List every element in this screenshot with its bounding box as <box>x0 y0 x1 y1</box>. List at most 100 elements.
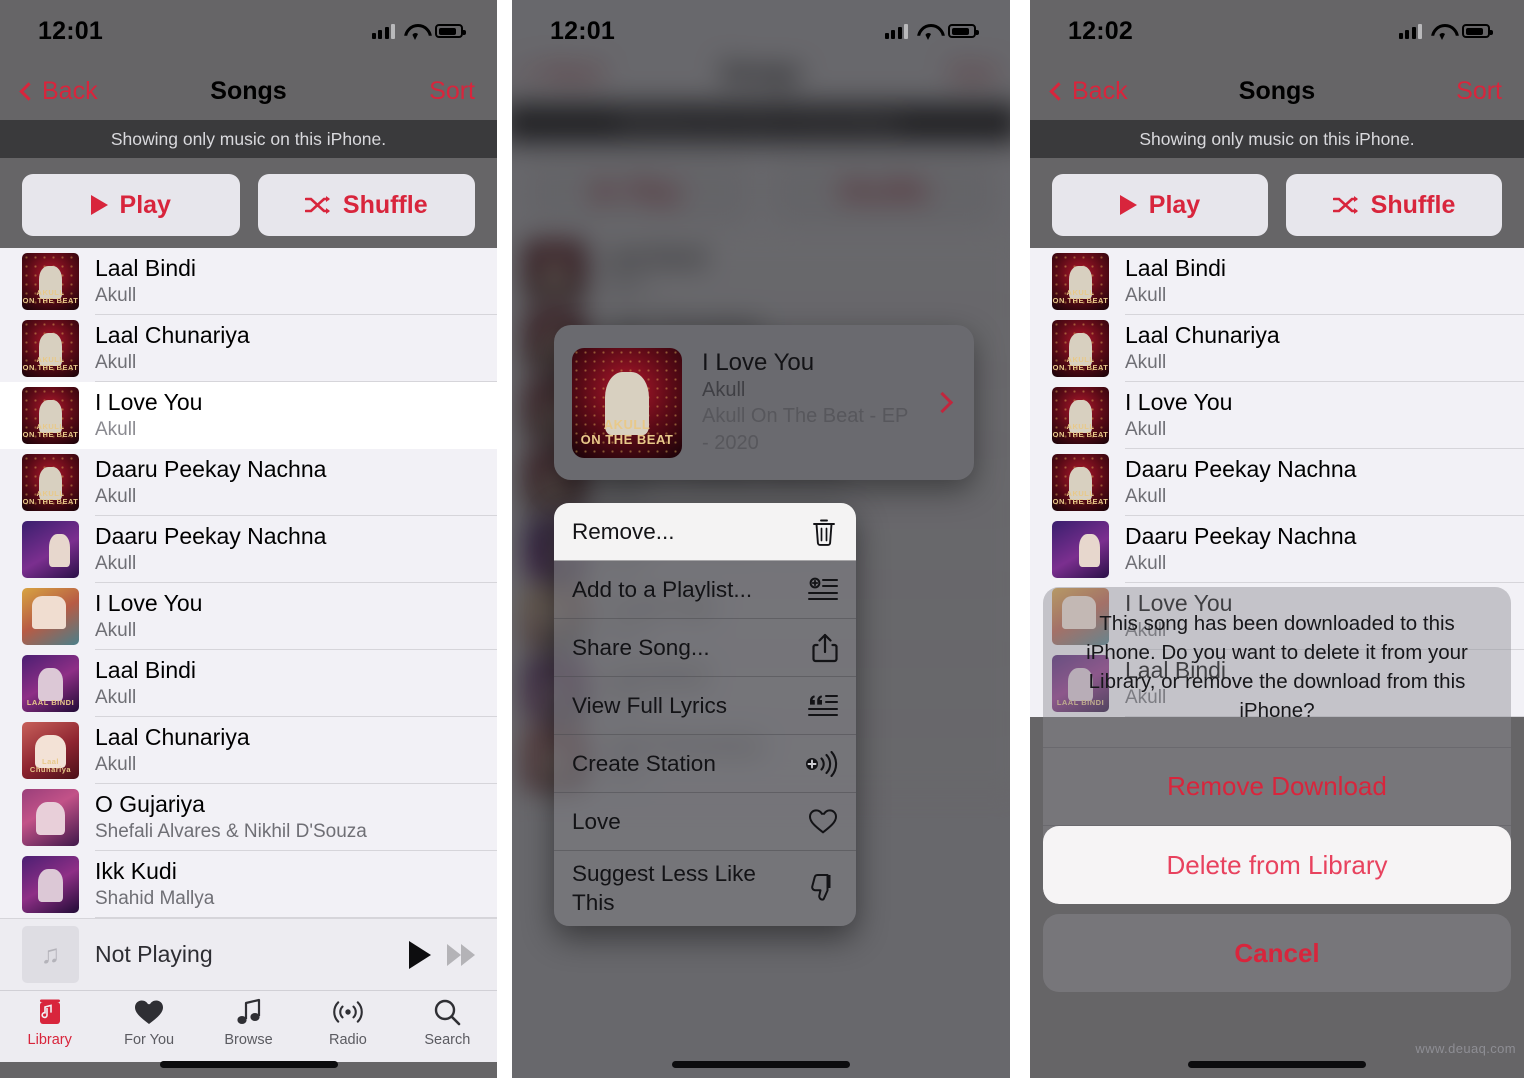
tab-for-you[interactable]: For You <box>99 997 198 1048</box>
album-artwork: AKULLON THE BEAT <box>1052 253 1109 310</box>
now-playing-bar[interactable]: ♫ Not Playing <box>0 918 497 990</box>
tab-label: Search <box>424 1032 471 1048</box>
create-station-icon <box>804 750 838 777</box>
album-artwork: AKULLON THE BEAT <box>22 320 79 377</box>
song-row[interactable]: Daaru Peekay Nachna Akull <box>1030 516 1524 583</box>
song-artist: Akull <box>1125 418 1167 440</box>
tab-search[interactable]: Search <box>398 997 497 1048</box>
song-artist: Akull <box>1125 284 1167 306</box>
remove-download-button[interactable]: Remove Download <box>1043 748 1511 826</box>
back-label-3: Back <box>1072 76 1128 105</box>
song-artist: Akull <box>95 485 137 507</box>
album-artwork: AKULLON THE BEAT <box>1052 454 1109 511</box>
context-menu-label: Remove... <box>572 518 675 544</box>
context-menu-label: Create Station <box>572 750 716 776</box>
context-menu-preview[interactable]: AKULL ON THE BEAT I Love You Akull Akull … <box>554 325 974 480</box>
library-filter-banner: Showing only music on this iPhone. <box>0 120 497 158</box>
context-menu-label: Suggest Less Like This <box>572 861 756 916</box>
now-playing-forward-icon[interactable] <box>447 943 475 966</box>
home-indicator <box>672 1061 850 1068</box>
context-menu-item[interactable]: Share Song... <box>554 619 856 677</box>
song-row[interactable]: AKULL ON THE BEAT Daaru Peekay Nachna Akull <box>1030 449 1524 516</box>
album-artwork: AKULLON THE BEAT <box>22 387 79 444</box>
delete-from-library-button[interactable]: Delete from Library <box>1043 826 1511 904</box>
cancel-button[interactable]: Cancel <box>1043 914 1511 992</box>
context-menu-label: Add to a Playlist... <box>572 576 753 602</box>
phone-panel-2: Back Songs Sort Showing only music on th… <box>512 0 1010 1078</box>
shuffle-button-3[interactable]: Shuffle <box>1286 174 1502 236</box>
song-row[interactable]: Laal Chunariya Laal Chunariya Akull <box>0 717 497 784</box>
phone-panel-3: 12:02 Back Songs Sort Showing only music… <box>1030 0 1524 1078</box>
context-menu-label: View Full Lyrics <box>572 692 728 718</box>
song-title: I Love You <box>95 589 203 616</box>
song-artist: Akull <box>95 418 137 440</box>
play-icon <box>1119 195 1137 215</box>
preview-title: I Love You <box>702 349 815 376</box>
tab-radio[interactable]: Radio <box>298 997 397 1048</box>
tab-label: Library <box>27 1032 72 1048</box>
back-button-3[interactable]: Back <box>1049 76 1128 106</box>
song-artist: Akull <box>1125 351 1167 373</box>
home-indicator <box>159 1061 338 1068</box>
song-artist: Akull <box>95 686 137 708</box>
song-row[interactable]: AKULL ON THE BEAT I Love You Akull <box>0 382 497 449</box>
chevron-left-icon <box>1049 81 1068 101</box>
share-icon <box>804 633 838 663</box>
thumbs-down-icon <box>804 873 838 903</box>
tab-browse[interactable]: Browse <box>199 997 298 1048</box>
sort-button-3[interactable]: Sort <box>1456 77 1502 106</box>
album-artwork: LAAL BINDI <box>22 655 79 712</box>
nav-bar-3: Back Songs Sort <box>1030 62 1524 120</box>
song-row[interactable]: I Love You Akull <box>0 583 497 650</box>
context-menu-item[interactable]: Add to a Playlist... <box>554 561 856 619</box>
sort-button[interactable]: Sort <box>429 77 475 106</box>
song-row[interactable]: LAAL BINDI Laal Bindi Akull <box>0 650 497 717</box>
song-title: Laal Chunariya <box>95 723 250 750</box>
song-row[interactable]: AKULL ON THE BEAT Laal Bindi Akull <box>1030 248 1524 315</box>
context-menu-item[interactable]: Create Station <box>554 735 856 793</box>
song-row[interactable]: Daaru Peekay Nachna Akull <box>0 516 497 583</box>
play-label: Play <box>119 190 171 219</box>
album-artwork <box>22 856 79 913</box>
song-row[interactable]: AKULL ON THE BEAT Laal Chunariya Akull <box>0 315 497 382</box>
song-title: Daaru Peekay Nachna <box>95 522 327 549</box>
song-row[interactable]: AKULL ON THE BEAT Laal Bindi Akull <box>0 248 497 315</box>
song-list-1: AKULL ON THE BEAT Laal Bindi Akull AKULL ON T… <box>0 248 497 918</box>
context-menu-item[interactable]: Love <box>554 793 856 851</box>
cellular-icon <box>1398 23 1422 39</box>
cellular-icon <box>884 23 908 39</box>
album-artwork: AKULLON THE BEAT <box>1052 387 1109 444</box>
song-artist: Akull <box>95 619 137 641</box>
chevron-right-icon[interactable] <box>931 391 954 414</box>
now-playing-play-icon[interactable] <box>409 940 431 969</box>
album-artwork: AKULLON THE BEAT <box>1052 320 1109 377</box>
heart-outline-icon <box>804 808 838 835</box>
status-bar: 12:01 <box>0 0 497 62</box>
playback-controls-3: Play Shuffle <box>1030 158 1524 248</box>
status-bar-2: 12:01 <box>512 0 1010 62</box>
album-artwork: Laal Chunariya <box>22 722 79 779</box>
action-sheet-group: This song has been downloaded to this iP… <box>1043 586 1511 904</box>
context-menu-item[interactable]: Suggest Less Like This <box>554 851 856 926</box>
song-row[interactable]: AKULL ON THE BEAT Laal Chunariya Akull <box>1030 315 1524 382</box>
song-row[interactable]: AKULL ON THE BEAT I Love You Akull <box>1030 382 1524 449</box>
back-button[interactable]: Back <box>19 76 98 106</box>
preview-album: Akull On The Beat - EP <box>702 405 909 427</box>
play-button-3[interactable]: Play <box>1052 174 1268 236</box>
shuffle-button[interactable]: Shuffle <box>257 174 475 236</box>
album-artwork: AKULLON THE BEAT <box>22 253 79 310</box>
context-menu-label: Love <box>572 808 621 834</box>
song-row[interactable]: O Gujariya Shefali Alvares & Nikhil D'Sou… <box>0 784 497 851</box>
cellular-icon <box>371 23 395 39</box>
tab-library[interactable]: Library <box>0 997 99 1048</box>
context-menu-item[interactable]: View Full Lyrics <box>554 677 856 735</box>
song-row[interactable]: AKULL ON THE BEAT Daaru Peekay Nachna Akull <box>0 449 497 516</box>
heart-icon <box>134 997 164 1027</box>
battery-icon <box>1462 24 1493 38</box>
play-button[interactable]: Play <box>22 174 240 236</box>
song-title: Laal Chunariya <box>95 321 250 348</box>
song-artist: Shefali Alvares & Nikhil D'Souza <box>95 820 367 842</box>
back-label: Back <box>42 76 98 105</box>
song-row[interactable]: Ikk Kudi Shahid Mallya <box>0 851 497 918</box>
context-menu-item[interactable]: Remove... <box>554 503 856 561</box>
